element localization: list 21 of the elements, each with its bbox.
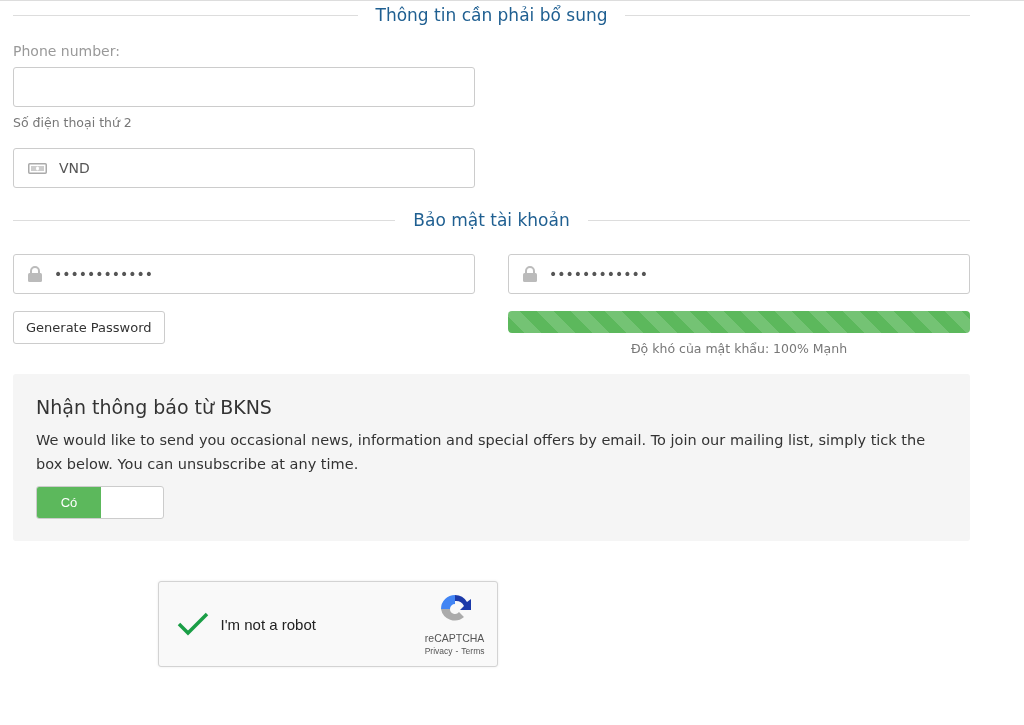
separator-text: -: [455, 646, 459, 656]
lock-icon: [523, 266, 537, 282]
phone-input[interactable]: [13, 67, 475, 107]
currency-field[interactable]: VND: [13, 148, 475, 188]
confirm-password-input[interactable]: ••••••••••••: [508, 254, 970, 294]
captcha-label: I'm not a robot: [220, 615, 317, 633]
panel-title: Nhận thông báo từ BKNS: [36, 396, 273, 418]
terms-link[interactable]: Terms: [461, 646, 485, 656]
banknote-icon: [28, 162, 47, 174]
generate-password-button[interactable]: Generate Password: [13, 311, 165, 344]
recaptcha-text: reCAPTCHA: [424, 632, 485, 644]
password-input[interactable]: ••••••••••••: [13, 254, 475, 294]
section-title: Bảo mật tài khoản: [413, 210, 570, 230]
panel-text: We would like to send you occasional news, information and special offers by email. To join our mailing list, simply tick the box below. You can unsubscribe at any time.: [36, 431, 927, 474]
lock-icon: [28, 266, 42, 282]
privacy-link[interactable]: Privacy: [424, 646, 453, 656]
checkmark-icon[interactable]: [176, 612, 209, 636]
strength-text: Độ khó của mật khẩu: 100% Mạnh: [629, 341, 849, 356]
help-text: Số điện thoại thứ 2: [13, 115, 133, 130]
section-title: Thông tin cần phải bổ sung: [375, 5, 608, 25]
field-label: Phone number:: [13, 43, 121, 59]
